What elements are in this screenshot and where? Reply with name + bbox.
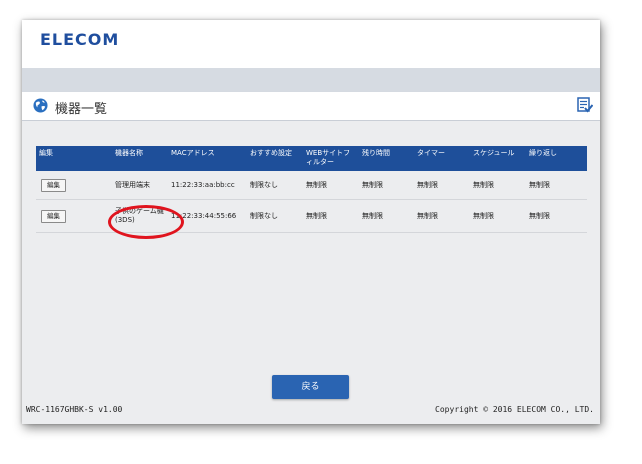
schedule-value: 無制限 <box>470 171 526 200</box>
table-header-row: 編集 機器名称 MACアドレス おすすめ設定 WEBサイトフィルター 残り時間 … <box>36 146 587 171</box>
mac-address: 11:22:33:44:55:66 <box>168 199 247 233</box>
app-window: ELECOM 機器一覧 編集 機器名称 MACアドレス おすすめ設定 WEBサイ… <box>22 20 600 424</box>
col-header-timer: タイマー <box>414 146 470 171</box>
table-row: 編集 管理用端末 11:22:33:aa:bb:cc 制限なし 無制限 無制限 … <box>36 171 587 200</box>
globe-icon <box>33 98 48 113</box>
device-table: 編集 機器名称 MACアドレス おすすめ設定 WEBサイトフィルター 残り時間 … <box>36 146 587 233</box>
table-row: 編集 子供のゲーム機 (3DS) 11:22:33:44:55:66 制限なし … <box>36 199 587 233</box>
col-header-edit: 編集 <box>36 146 112 171</box>
web-filter-value: 無制限 <box>303 171 359 200</box>
col-header-repeat: 繰り返し <box>526 146 587 171</box>
edit-button[interactable]: 編集 <box>41 178 66 192</box>
col-header-remaining: 残り時間 <box>359 146 414 171</box>
recommended-setting: 制限なし <box>247 199 303 233</box>
device-name: 管理用端末 <box>112 171 168 200</box>
repeat-value: 無制限 <box>526 171 587 200</box>
title-bar: 機器一覧 <box>22 92 600 121</box>
remaining-time-value: 無制限 <box>359 171 414 200</box>
header-band <box>22 68 600 92</box>
col-header-web-filter: WEBサイトフィルター <box>303 146 359 171</box>
repeat-value: 無制限 <box>526 199 587 233</box>
main-content: 編集 機器名称 MACアドレス おすすめ設定 WEBサイトフィルター 残り時間 … <box>22 121 600 424</box>
back-button[interactable]: 戻る <box>272 375 349 399</box>
col-header-schedule: スケジュール <box>470 146 526 171</box>
device-name: 子供のゲーム機 (3DS) <box>112 199 168 233</box>
web-filter-value: 無制限 <box>303 199 359 233</box>
col-header-device-name: 機器名称 <box>112 146 168 171</box>
list-check-icon[interactable] <box>577 97 593 113</box>
elecom-logo: ELECOM <box>40 30 120 49</box>
recommended-setting: 制限なし <box>247 171 303 200</box>
model-version: WRC-1167GHBK-S v1.00 <box>26 405 123 414</box>
remaining-time-value: 無制限 <box>359 199 414 233</box>
col-header-recommended: おすすめ設定 <box>247 146 303 171</box>
col-header-mac: MACアドレス <box>168 146 247 171</box>
schedule-value: 無制限 <box>470 199 526 233</box>
mac-address: 11:22:33:aa:bb:cc <box>168 171 247 200</box>
timer-value: 無制限 <box>414 199 470 233</box>
page-title: 機器一覧 <box>55 102 108 117</box>
edit-button[interactable]: 編集 <box>41 209 66 223</box>
copyright-text: Copyright © 2016 ELECOM CO., LTD. <box>435 405 594 414</box>
timer-value: 無制限 <box>414 171 470 200</box>
